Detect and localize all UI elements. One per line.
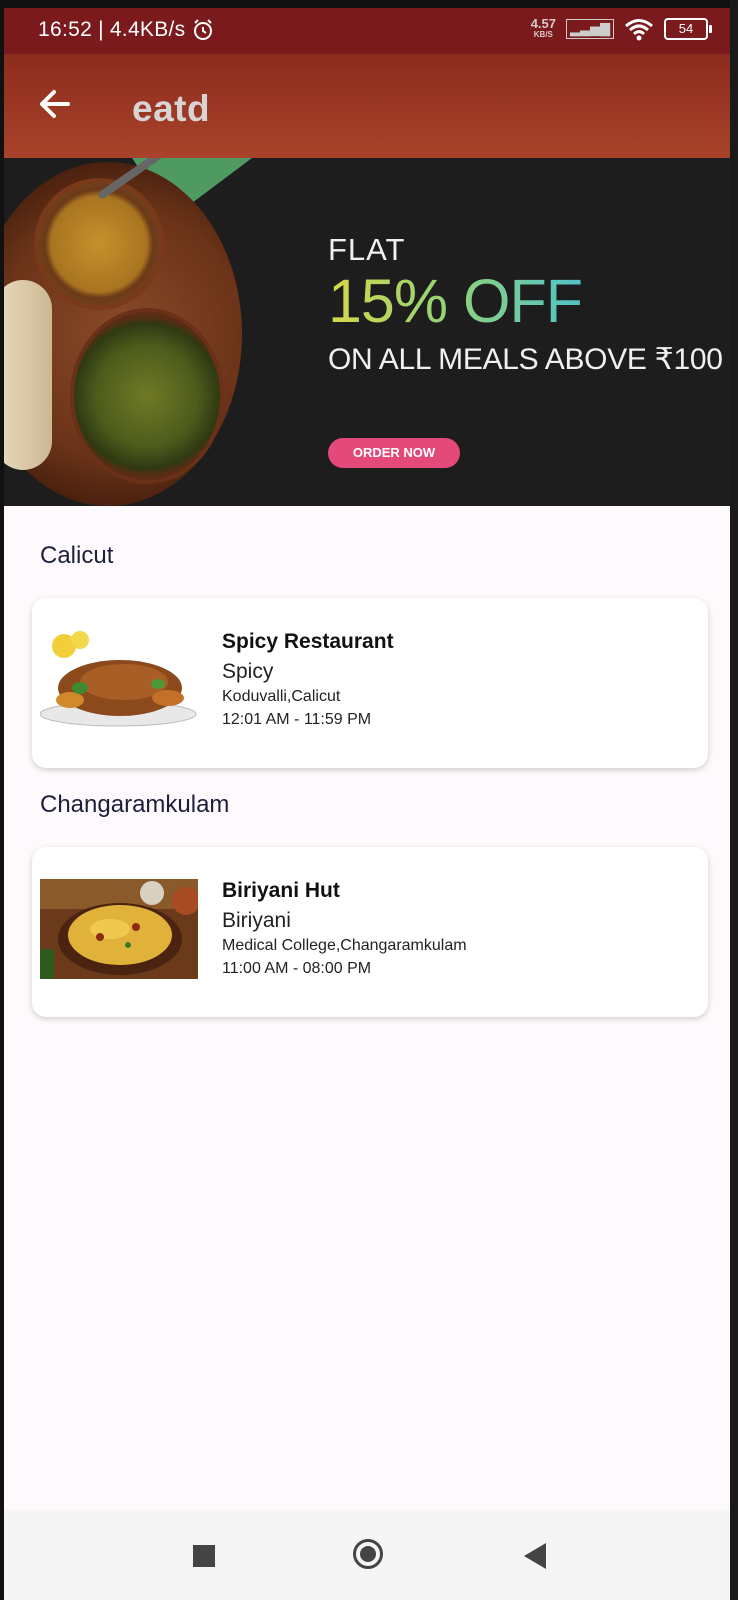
page-title: eatd xyxy=(132,88,211,129)
app-bar: eatd xyxy=(4,54,730,158)
restaurant-name: Biriyani Hut xyxy=(222,879,340,902)
status-bar: 16:52 | 4.4KB/s 4.57 KB/S ▂▃▅▇ 54 xyxy=(4,8,730,54)
restaurant-category: Biriyani xyxy=(222,909,291,932)
status-right: 4.57 KB/S ▂▃▅▇ 54 xyxy=(531,17,712,41)
bread-image xyxy=(4,280,52,470)
roast-chicken-image xyxy=(40,628,198,732)
restaurant-card[interactable]: Biriyani Hut Biriyani Medical College,Ch… xyxy=(32,847,708,1017)
screen-frame-right xyxy=(730,0,738,1600)
section-title-calicut: Calicut xyxy=(40,542,114,569)
system-back-button[interactable] xyxy=(524,1543,546,1569)
restaurant-hours: 11:00 AM - 08:00 PM xyxy=(222,960,372,977)
biriyani-image xyxy=(40,879,198,979)
restaurant-location: Koduvalli,Calicut xyxy=(222,688,341,705)
network-speed-unit: KB/S xyxy=(533,30,553,39)
status-separator: | xyxy=(98,18,104,41)
promo-banner[interactable]: FLAT 15% OFF ON ALL MEALS ABOVE ₹100 ORD… xyxy=(4,158,730,506)
cellular-signal-icon: ▂▃▅▇ xyxy=(566,19,614,39)
section-title-changaramkulam: Changaramkulam xyxy=(40,791,230,818)
restaurant-category: Spicy xyxy=(222,660,274,683)
screen-frame xyxy=(0,0,738,8)
recent-apps-button[interactable] xyxy=(193,1545,215,1567)
restaurant-hours: 12:01 AM - 11:59 PM xyxy=(222,711,372,728)
arrow-left-icon xyxy=(40,90,70,118)
battery-icon: 54 xyxy=(664,18,712,40)
promo-text-block: FLAT 15% OFF ON ALL MEALS ABOVE ₹100 ORD… xyxy=(328,158,728,506)
restaurant-thumbnail xyxy=(40,879,198,979)
promo-line-discount: 15% OFF xyxy=(328,267,583,335)
wifi-icon xyxy=(625,19,653,41)
home-button[interactable] xyxy=(353,1539,383,1569)
promo-line-condition: ON ALL MEALS ABOVE ₹100 xyxy=(328,343,723,376)
restaurant-thumbnail xyxy=(40,628,198,732)
network-speed: 4.57 KB/S xyxy=(531,17,556,40)
restaurant-name: Spicy Restaurant xyxy=(222,630,394,653)
system-nav-bar xyxy=(4,1510,730,1600)
restaurant-location: Medical College,Changaramkulam xyxy=(222,937,467,954)
battery-level: 54 xyxy=(678,21,694,36)
status-left: 16:52 | 4.4KB/s xyxy=(38,18,215,42)
status-time: 16:52 xyxy=(38,18,93,41)
order-now-button[interactable]: ORDER NOW xyxy=(328,438,460,468)
back-button[interactable] xyxy=(34,82,78,126)
restaurant-card[interactable]: Spicy Restaurant Spicy Koduvalli,Calicut… xyxy=(32,598,708,768)
promo-line-flat: FLAT xyxy=(328,232,406,267)
alarm-icon xyxy=(194,19,213,40)
okra-bowl-image xyxy=(70,308,224,484)
status-net-rate: 4.4KB/s xyxy=(109,18,186,41)
